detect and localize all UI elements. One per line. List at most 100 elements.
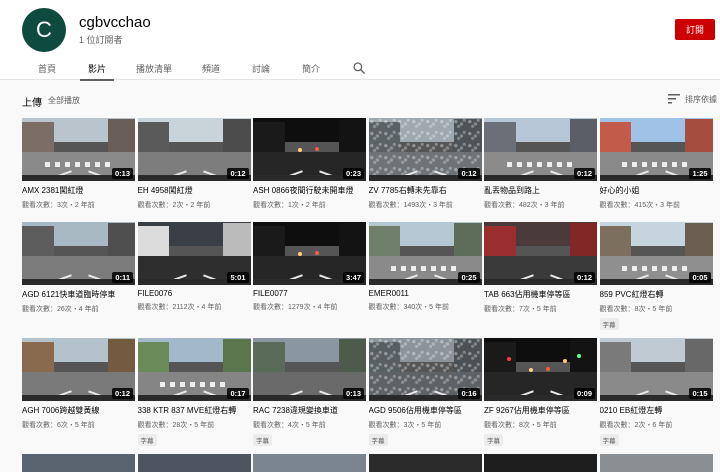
search-icon[interactable] bbox=[352, 61, 366, 75]
video-title[interactable]: 859 PVC紅燈右轉 bbox=[600, 289, 713, 300]
video-thumbnail[interactable] bbox=[22, 454, 135, 472]
video-card[interactable]: 5:01 FILE0076 觀看次數：2112次・4 年前 bbox=[137, 222, 251, 312]
video-title[interactable]: 好心的小姐 bbox=[600, 185, 713, 196]
video-card[interactable]: 0:12 TAB 663佔用機車停等區 觀看次數：7次・5 年前 bbox=[484, 222, 597, 314]
tab-channels[interactable]: 頻道 bbox=[196, 56, 226, 80]
video-thumbnail[interactable]: 0:09 bbox=[484, 338, 597, 401]
video-card[interactable]: 0:12 ZV 7785右轉未先靠右 觀看次數：1493次・3 年前 bbox=[368, 118, 482, 210]
video-title[interactable]: 亂丟物品到路上 bbox=[484, 185, 597, 196]
video-title[interactable]: FILE0076 bbox=[138, 289, 251, 298]
video-card[interactable] bbox=[22, 454, 135, 472]
video-card[interactable]: 0:12 EH 4958闖紅燈 觀看次數：2次・2 年前 bbox=[137, 118, 251, 210]
video-thumbnail[interactable]: 0:11 bbox=[22, 222, 135, 285]
video-card[interactable] bbox=[137, 454, 251, 472]
video-duration: 0:12 bbox=[573, 168, 595, 179]
video-title[interactable]: RAC 7238違規變換車道 bbox=[253, 405, 366, 416]
video-meta: 觀看次數：4次・5 年前 bbox=[253, 422, 326, 429]
sort-icon bbox=[668, 94, 680, 104]
video-thumbnail[interactable]: 0:12 bbox=[484, 118, 597, 181]
video-card[interactable]: 0:17 338 KTR 837 MVE紅燈右轉 觀看次數：28次・5 年前 字幕 bbox=[137, 338, 251, 448]
video-duration: 0:17 bbox=[227, 388, 249, 399]
video-meta: 觀看次數：28次・5 年前 bbox=[137, 422, 215, 429]
video-card[interactable]: 0:25 EMER0011 觀看次數：340次・5 年前 bbox=[368, 222, 482, 312]
video-title[interactable]: AGD 6121快車道臨時停車 bbox=[22, 289, 135, 300]
video-thumbnail[interactable]: 0:23 bbox=[253, 118, 366, 181]
video-thumbnail[interactable]: 0:12 bbox=[22, 338, 135, 401]
video-thumbnail[interactable] bbox=[137, 454, 251, 472]
video-duration: 0:11 bbox=[112, 272, 133, 283]
video-card[interactable]: 0:15 0210 EB紅燈左轉 觀看次數：2次・6 年前 字幕 bbox=[599, 338, 713, 448]
video-title[interactable]: 0210 EB紅燈左轉 bbox=[600, 405, 713, 416]
video-duration: 0:12 bbox=[458, 168, 480, 179]
video-duration: 0:15 bbox=[689, 388, 711, 399]
video-card[interactable]: 3:47 FILE0077 觀看次數：1279次・4 年前 bbox=[253, 222, 366, 312]
video-title[interactable]: AMX 2381闖紅燈 bbox=[22, 185, 135, 196]
video-title[interactable]: AGD 9506佔用機車停等區 bbox=[369, 405, 482, 416]
caption-badge: 字幕 bbox=[599, 434, 619, 446]
play-all-link[interactable]: 全部播放 bbox=[48, 95, 80, 106]
video-meta: 觀看次數：415次・3 年前 bbox=[599, 202, 681, 209]
video-card[interactable]: 0:12 AGH 7006跨越雙黃線 觀看次數：6次・5 年前 bbox=[22, 338, 135, 430]
subscribe-button[interactable]: 訂閱 bbox=[675, 19, 715, 40]
video-thumbnail[interactable] bbox=[484, 454, 597, 472]
video-thumbnail[interactable]: 0:12 bbox=[137, 118, 251, 181]
video-card[interactable] bbox=[253, 454, 366, 472]
caption-badge: 字幕 bbox=[368, 434, 388, 446]
tab-home[interactable]: 首頁 bbox=[30, 56, 64, 80]
video-card[interactable]: 0:23 ASH 0866夜間行駛未開車燈 觀看次數：1次・2 年前 bbox=[253, 118, 366, 210]
video-title[interactable]: 338 KTR 837 MVE紅燈右轉 bbox=[138, 405, 251, 416]
video-duration: 0:12 bbox=[227, 168, 249, 179]
video-thumbnail[interactable]: 0:12 bbox=[368, 118, 482, 181]
video-thumbnail[interactable]: 0:16 bbox=[368, 338, 482, 401]
video-card[interactable]: 0:13 AMX 2381闖紅燈 觀看次數：3次・2 年前 bbox=[22, 118, 135, 210]
video-title[interactable]: ZF 9267佔用機車停等區 bbox=[484, 405, 597, 416]
tab-playlists[interactable]: 播放清單 bbox=[132, 56, 176, 80]
video-title[interactable]: ASH 0866夜間行駛未開車燈 bbox=[253, 185, 366, 196]
video-thumbnail[interactable] bbox=[253, 454, 366, 472]
video-thumbnail[interactable]: 0:13 bbox=[253, 338, 366, 401]
video-duration: 5:01 bbox=[227, 272, 249, 283]
video-meta: 觀看次數：1279次・4 年前 bbox=[253, 304, 338, 311]
video-card[interactable]: 0:05 859 PVC紅燈右轉 觀看次數：8次・5 年前 字幕 bbox=[599, 222, 713, 332]
channel-avatar[interactable]: C bbox=[22, 8, 66, 52]
video-thumbnail[interactable] bbox=[599, 454, 713, 472]
sort-label: 排序依據 bbox=[685, 94, 717, 104]
video-thumbnail[interactable]: 0:15 bbox=[599, 338, 713, 401]
caption-badge: 字幕 bbox=[253, 434, 272, 446]
video-thumbnail[interactable]: 0:12 bbox=[484, 222, 597, 285]
video-card[interactable] bbox=[599, 454, 713, 472]
video-title[interactable]: EH 4958闖紅燈 bbox=[138, 185, 251, 196]
video-thumbnail[interactable]: 0:17 bbox=[137, 338, 251, 401]
video-card[interactable]: 0:12 亂丟物品到路上觀看次數：482次・3 年前 bbox=[484, 118, 597, 210]
video-thumbnail[interactable]: 0:13 bbox=[22, 118, 135, 181]
video-title[interactable]: AGH 7006跨越雙黃線 bbox=[22, 405, 135, 416]
video-card[interactable] bbox=[368, 454, 482, 472]
video-thumbnail[interactable]: 3:47 bbox=[253, 222, 366, 285]
video-meta: 觀看次數：26次・4 年前 bbox=[22, 306, 99, 313]
video-card[interactable] bbox=[484, 454, 597, 472]
video-thumbnail[interactable]: 5:01 bbox=[137, 222, 251, 285]
tab-videos[interactable]: 影片 bbox=[80, 56, 114, 81]
video-duration: 0:23 bbox=[342, 168, 364, 179]
video-card[interactable]: 0:09 ZF 9267佔用機車停等區 觀看次數：8次・5 年前 字幕 bbox=[484, 338, 597, 448]
video-meta: 觀看次數：482次・3 年前 bbox=[484, 202, 565, 209]
video-title[interactable]: FILE0077 bbox=[253, 289, 366, 298]
video-title[interactable]: EMER0011 bbox=[369, 289, 482, 298]
sort-button[interactable]: 排序依據 bbox=[668, 92, 717, 106]
tab-about[interactable]: 簡介 bbox=[296, 56, 326, 80]
video-thumbnail[interactable]: 0:05 bbox=[599, 222, 713, 285]
video-thumbnail[interactable]: 1:25 bbox=[599, 118, 713, 181]
video-title[interactable]: ZV 7785右轉未先靠右 bbox=[369, 185, 482, 196]
video-card[interactable]: 0:16 AGD 9506佔用機車停等區觀看次數：3次・5 年前字幕 bbox=[368, 338, 482, 448]
video-thumbnail[interactable]: 0:25 bbox=[368, 222, 482, 285]
video-meta: 觀看次數：3次・5 年前 bbox=[368, 422, 442, 429]
video-duration: 0:12 bbox=[111, 388, 133, 399]
video-title[interactable]: TAB 663佔用機車停等區 bbox=[484, 289, 597, 300]
channel-name: cgbvcchao bbox=[79, 14, 151, 31]
video-card[interactable]: 0:13 RAC 7238違規變換車道觀看次數：4次・5 年前字幕 bbox=[253, 338, 366, 448]
video-card[interactable]: 1:25 好心的小姐觀看次數：415次・3 年前 bbox=[599, 118, 713, 210]
video-thumbnail[interactable] bbox=[368, 454, 482, 472]
tab-discussion[interactable]: 討論 bbox=[246, 56, 276, 80]
video-duration: 1:25 bbox=[689, 168, 711, 179]
video-card[interactable]: 0:11 AGD 6121快車道臨時停車觀看次數：26次・4 年前 bbox=[22, 222, 135, 314]
